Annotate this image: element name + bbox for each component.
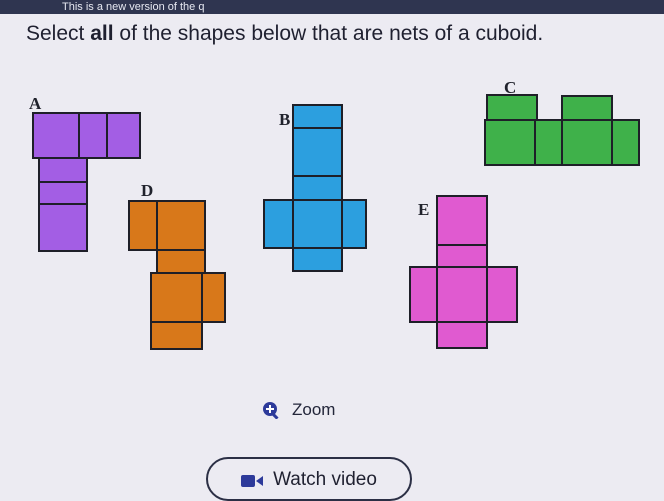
shape-d-face-6 [150, 321, 203, 350]
shape-c-face-4 [534, 119, 563, 166]
question-text: Select all of the shapes below that are … [26, 22, 543, 46]
shape-e-face-5 [486, 266, 518, 323]
shape-b-face-6 [341, 199, 367, 249]
shape-b-label: B [279, 110, 291, 129]
shape-c-face-6 [611, 119, 640, 166]
shape-a-face-3 [106, 112, 141, 159]
shape-e-face-6 [436, 321, 488, 349]
video-icon [241, 472, 264, 487]
shape-e-face-3 [409, 266, 438, 323]
shape-c-face-2 [561, 95, 613, 122]
watch-video-button[interactable]: Watch video [206, 457, 412, 501]
shape-b-face-4 [263, 199, 294, 249]
zoom-button[interactable]: Zoom [262, 400, 335, 420]
shape-a-label: A [29, 94, 42, 113]
zoom-label: Zoom [292, 400, 336, 419]
question-emphasis: all [90, 22, 114, 45]
shape-b-face-7 [292, 247, 343, 272]
shape-a-face-2 [78, 112, 108, 159]
shape-c-face-3 [484, 119, 536, 166]
shape-a-face-6 [38, 203, 88, 252]
shape-e-face-1 [436, 195, 488, 246]
shape-d-face-3 [156, 249, 206, 274]
new-version-banner: This is a new version of the q [0, 0, 664, 14]
shape-e-label: E [418, 200, 430, 219]
shape-a-face-4 [38, 157, 88, 183]
shape-d-face-4 [150, 272, 203, 323]
question-prefix: Select [26, 22, 91, 45]
shape-b-face-3 [292, 175, 343, 201]
shape-d-face-5 [201, 272, 226, 323]
shape-c-face-5 [561, 119, 613, 166]
shape-e-face-4 [436, 266, 488, 323]
shape-b-face-5 [292, 199, 343, 249]
shape-a-face-1 [32, 112, 80, 159]
shape-d-face-2 [156, 200, 206, 251]
shape-b-face-2 [292, 127, 343, 177]
zoom-in-icon [262, 401, 280, 420]
shape-d-face-1 [128, 200, 158, 251]
watch-video-label: Watch video [273, 469, 377, 490]
shape-d-label: D [141, 181, 154, 200]
shape-b-face-1 [292, 104, 343, 129]
shape-a-face-5 [38, 181, 88, 205]
shape-c-face-1 [486, 94, 538, 121]
question-suffix: of the shapes below that are nets of a c… [113, 22, 544, 45]
shape-e-face-2 [436, 244, 488, 268]
